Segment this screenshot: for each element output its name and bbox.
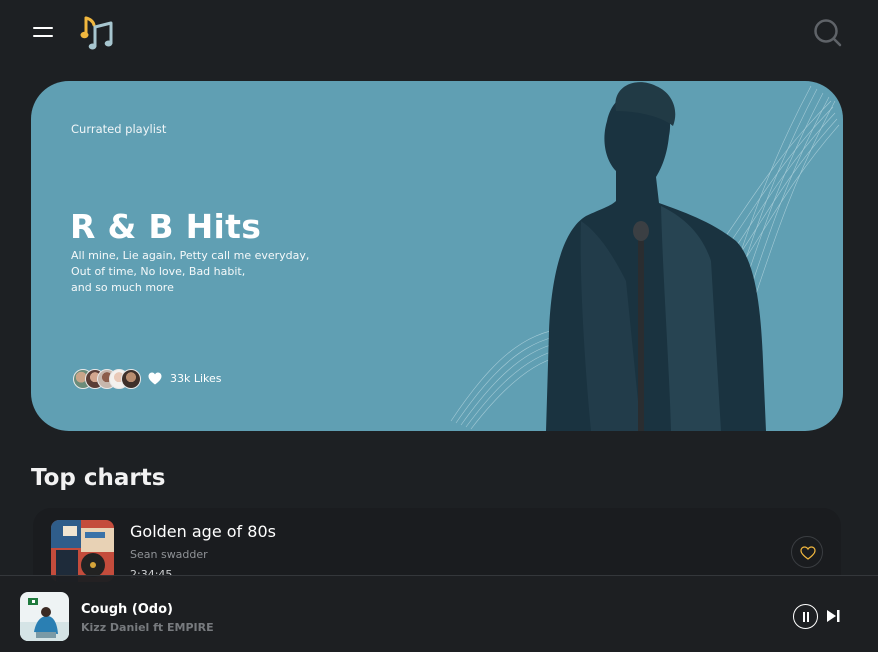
heart-icon[interactable]: [148, 372, 162, 385]
like-button[interactable]: [791, 536, 823, 568]
playlist-description: All mine, Lie again, Petty call me every…: [71, 248, 331, 296]
heart-outline-icon: [800, 546, 816, 560]
hero-artist-image: [450, 82, 840, 431]
avatar: [121, 369, 141, 389]
section-title: Top charts: [31, 465, 166, 491]
playlist-title: R & B Hits: [70, 207, 262, 246]
now-playing-title: Cough (Odo): [81, 602, 173, 617]
pause-icon[interactable]: [793, 604, 818, 629]
liker-avatars: [73, 368, 143, 390]
hamburger-menu-icon[interactable]: [33, 25, 53, 39]
music-notes-logo[interactable]: [80, 14, 114, 50]
chart-item-title: Golden age of 80s: [130, 522, 276, 541]
chart-item-artist: Sean swadder: [130, 548, 208, 561]
description-line: All mine, Lie again, Petty call me every…: [71, 249, 310, 262]
playlist-type-label: Currated playlist: [71, 122, 167, 136]
search-icon[interactable]: [813, 18, 843, 48]
skip-next-icon[interactable]: [827, 610, 840, 622]
description-line: and so much more: [71, 281, 174, 294]
description-line: Out of time, No love, Bad habit,: [71, 265, 246, 278]
now-playing-artist: Kizz Daniel ft EMPIRE: [81, 621, 214, 634]
album-cover-image: [51, 520, 114, 582]
featured-playlist-banner[interactable]: Currated playlist R & B Hits All mine, L…: [31, 81, 843, 431]
app-header: [0, 0, 878, 64]
now-playing-bar: Cough (Odo) Kizz Daniel ft EMPIRE: [0, 575, 878, 652]
likes-count: 33k Likes: [170, 372, 222, 385]
now-playing-cover[interactable]: [20, 592, 69, 641]
